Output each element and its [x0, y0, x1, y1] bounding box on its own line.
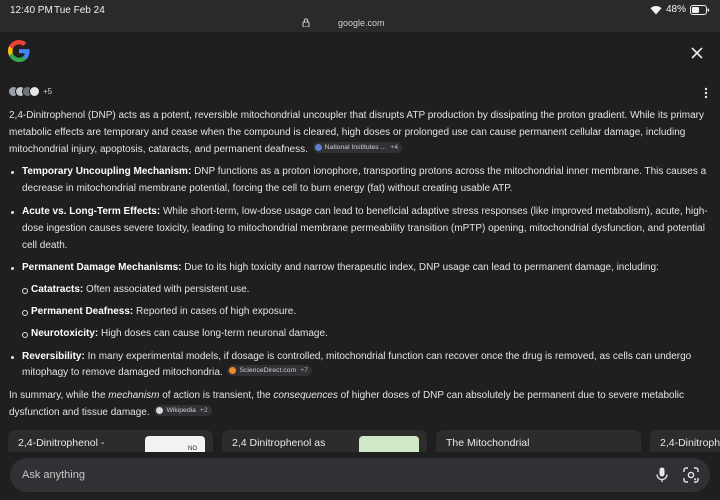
ask-placeholder: Ask anything	[22, 469, 85, 481]
list-item: Permanent Damage Mechanisms: Due to its …	[9, 260, 711, 342]
source-card[interactable]: The Mitochondrial	[436, 430, 641, 452]
citation-count: +4	[390, 143, 398, 151]
bullet-text: In many experimental models, if dosage i…	[22, 350, 692, 379]
sub-text: High doses can cause long-term neuronal …	[98, 327, 328, 339]
bullet-title: Reversibility:	[22, 350, 85, 362]
sub-text: Often associated with persistent use.	[83, 284, 250, 296]
card-title: The Mitochondrial	[446, 437, 530, 449]
status-time: 12:40 PM	[10, 5, 53, 16]
source-logo-icon	[314, 143, 322, 151]
wifi-icon	[650, 5, 662, 15]
overview-content: 2,4-Dinitrophenol (DNP) acts as a potent…	[9, 108, 711, 422]
intro-paragraph: 2,4-Dinitrophenol (DNP) acts as a potent…	[9, 108, 711, 158]
ai-overview-panel: +5 2,4-Dinitrophenol (DNP) acts as a pot…	[0, 32, 720, 500]
sub-list-item: Catatracts: Often associated with persis…	[22, 282, 711, 299]
source-card[interactable]: 2,4-Dinitrophenol-	[650, 430, 720, 452]
close-button[interactable]	[686, 42, 708, 64]
battery-icon	[690, 4, 710, 15]
battery-percent: 48%	[665, 4, 686, 15]
url-text[interactable]: google.com	[338, 18, 385, 28]
more-options-icon[interactable]	[702, 86, 710, 100]
bullet-title: Permanent Damage Mechanisms:	[22, 262, 182, 274]
sub-title: Permanent Deafness:	[31, 305, 134, 317]
citation-count: +2	[199, 406, 208, 414]
source-cards: 2,4-Dinitrophenol - NO 2,4 Dinitrophenol…	[8, 430, 720, 452]
summary-text: of action is transient, the	[159, 390, 274, 402]
summary-paragraph: In summary, while the mechanism of actio…	[9, 388, 711, 422]
sub-list-item: Permanent Deafness: Reported in cases of…	[22, 304, 711, 321]
google-logo-icon	[8, 40, 30, 62]
source-favicon-icon	[29, 86, 40, 97]
card-title: 2,4-Dinitrophenol-	[660, 437, 720, 449]
sub-text: Reported in cases of high exposure.	[133, 305, 297, 317]
status-right: 48%	[650, 4, 710, 15]
key-points-list: Temporary Uncoupling Mechanism: DNP func…	[9, 164, 711, 382]
citation-label: National Institutes ...	[324, 143, 387, 151]
url-bar[interactable]: google.com	[0, 18, 720, 32]
source-favicons[interactable]: +5	[8, 86, 52, 97]
summary-emphasis: consequences	[273, 390, 338, 402]
card-title: 2,4-Dinitrophenol -	[18, 437, 105, 449]
microphone-icon[interactable]	[656, 467, 668, 483]
thumbnail-text: NO	[188, 446, 197, 452]
bullet-title: Acute vs. Long-Term Effects:	[22, 205, 161, 217]
list-item: Acute vs. Long-Term Effects: While short…	[9, 204, 711, 254]
source-card[interactable]: 2,4 Dinitrophenol as	[222, 430, 427, 452]
google-lens-icon[interactable]	[683, 467, 699, 483]
ask-input[interactable]: Ask anything	[10, 458, 710, 492]
sub-list: Catatracts: Often associated with persis…	[22, 282, 711, 342]
status-date: Tue Feb 24	[54, 5, 105, 16]
source-logo-icon	[229, 367, 237, 375]
status-bar: 12:40 PM Tue Feb 24 48%	[0, 0, 720, 20]
card-thumbnail	[359, 436, 419, 452]
citation-chip[interactable]: Wikipedia +2	[154, 404, 212, 416]
source-card[interactable]: 2,4-Dinitrophenol - NO	[8, 430, 213, 452]
bullet-text: Due to its high toxicity and narrow ther…	[181, 262, 659, 274]
list-item: Reversibility: In many experimental mode…	[9, 349, 711, 383]
list-item: Temporary Uncoupling Mechanism: DNP func…	[9, 164, 711, 198]
summary-text: In summary, while the	[9, 390, 109, 402]
lock-icon	[302, 18, 310, 29]
card-title: 2,4 Dinitrophenol as	[232, 437, 326, 449]
summary-emphasis: mechanism	[108, 390, 160, 402]
citation-label: Wikipedia	[166, 406, 196, 414]
citation-label: ScienceDirect.com	[239, 367, 297, 375]
citation-count: +7	[300, 367, 308, 375]
sub-title: Neurotoxicity:	[31, 327, 99, 339]
card-thumbnail: NO	[145, 436, 205, 452]
sub-title: Catatracts:	[31, 284, 84, 296]
source-more-count: +5	[43, 87, 53, 96]
citation-chip[interactable]: National Institutes ... +4	[312, 141, 402, 153]
bullet-title: Temporary Uncoupling Mechanism:	[22, 166, 192, 178]
wikipedia-icon	[156, 406, 164, 414]
citation-chip[interactable]: ScienceDirect.com +7	[227, 365, 312, 377]
sub-list-item: Neurotoxicity: High doses can cause long…	[22, 326, 711, 343]
